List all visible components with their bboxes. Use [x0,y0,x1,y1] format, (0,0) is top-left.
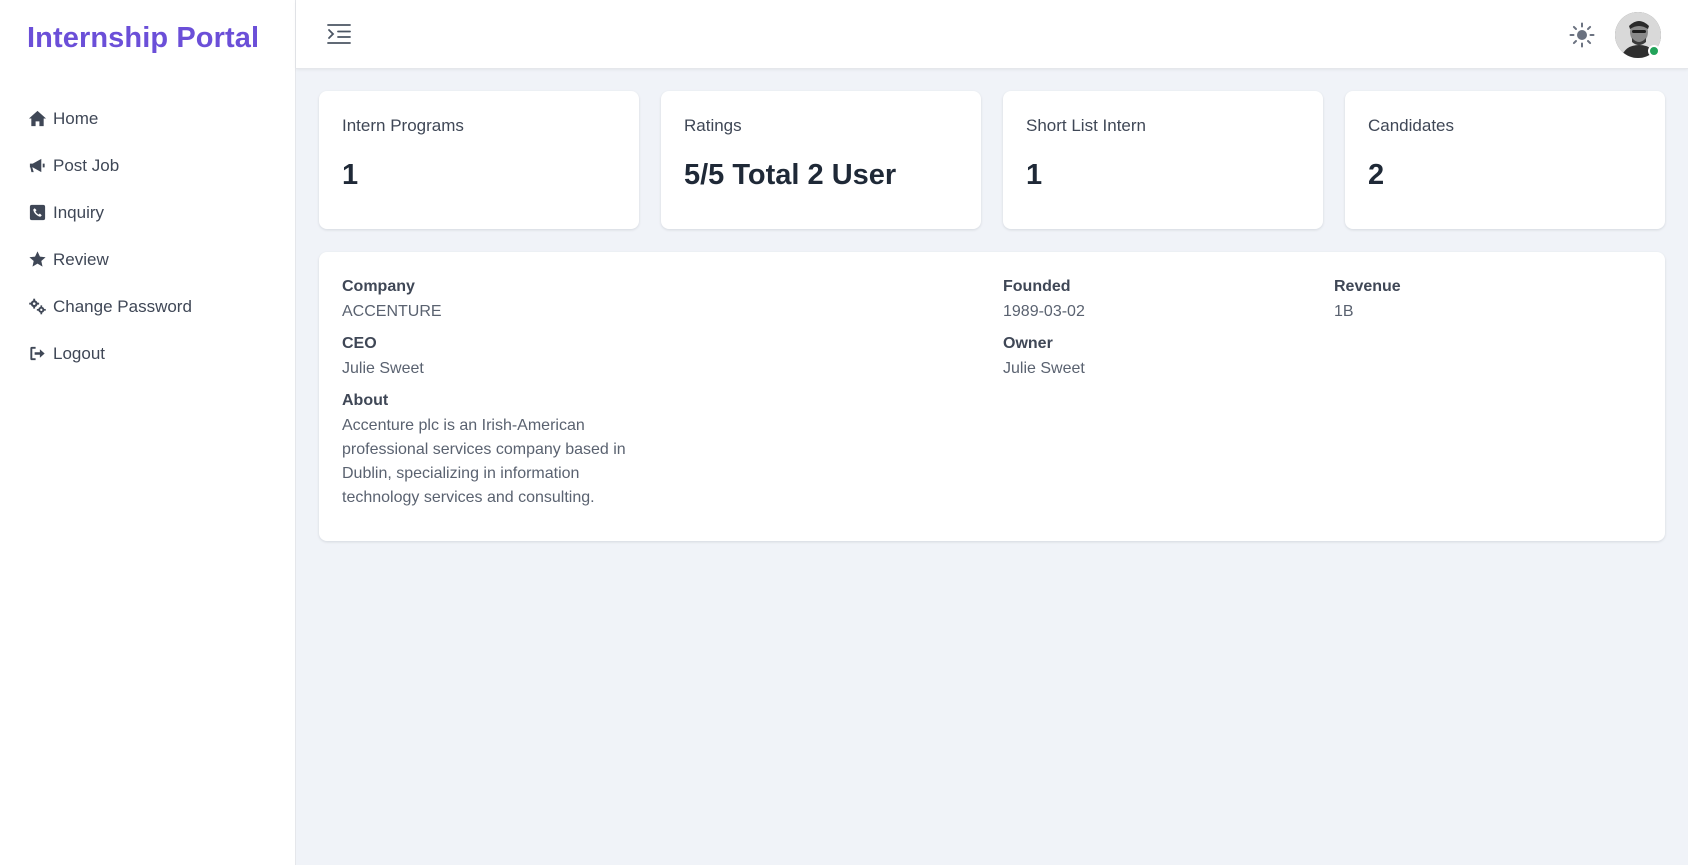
gears-icon [27,297,47,317]
sidebar-item-label: Home [53,108,99,128]
stat-card-intern-programs: Intern Programs 1 [319,91,639,229]
sidebar-item-post-job[interactable]: Post Job [27,142,192,189]
stat-label: Candidates [1368,116,1455,135]
top-bar [296,0,1688,69]
stat-value: 1 [342,159,359,191]
founded-label: Founded [1003,278,1071,295]
founded-value: 1989-03-02 [1003,303,1085,320]
home-icon [27,109,47,129]
logout-icon [27,344,47,364]
sun-icon[interactable] [1568,21,1596,49]
sidebar-item-label: Change Password [53,296,192,316]
owner-label: Owner [1003,335,1053,352]
revenue-label: Revenue [1334,278,1401,295]
stat-value: 1 [1026,159,1043,191]
stat-label: Short List Intern [1026,116,1147,135]
sidebar-item-label: Inquiry [53,202,105,222]
sidebar-item-inquiry[interactable]: Inquiry [27,189,192,236]
online-status-indicator [1648,45,1660,57]
phone-square-icon [27,203,47,223]
stat-card-candidates: Candidates 2 [1345,91,1665,229]
revenue-field: Revenue 1B [1334,277,1401,324]
company-value: ACCENTURE [342,303,442,320]
megaphone-icon [27,156,47,176]
ceo-value: Julie Sweet [342,360,424,377]
revenue-value: 1B [1334,303,1354,320]
sidebar-nav: Home Post Job Inquiry Review Change Pass… [27,95,192,377]
stat-card-short-list-intern: Short List Intern 1 [1003,91,1323,229]
about-label: About [342,392,389,409]
star-icon [27,250,47,270]
brand-title[interactable]: Internship Portal [27,22,259,55]
sidebar-item-label: Logout [53,343,105,363]
about-field: About Accenture plc is an Irish-American… [342,391,652,510]
menu-indent-icon[interactable] [326,22,352,46]
owner-field: Owner Julie Sweet [1003,334,1085,381]
company-field: Company ACCENTURE [342,277,442,324]
owner-value: Julie Sweet [1003,360,1085,377]
founded-field: Founded 1989-03-02 [1003,277,1085,324]
stat-label: Intern Programs [342,116,464,135]
company-label: Company [342,278,415,295]
stat-value: 5/5 Total 2 User [684,159,897,191]
sidebar-item-logout[interactable]: Logout [27,330,192,377]
ceo-field: CEO Julie Sweet [342,334,424,381]
sidebar-item-label: Review [53,249,109,269]
sidebar-item-label: Post Job [53,155,120,175]
stat-value: 2 [1368,159,1385,191]
sidebar: Internship Portal Home Post Job Inquiry … [0,0,296,865]
sidebar-item-change-password[interactable]: Change Password [27,283,192,330]
ceo-label: CEO [342,335,377,352]
stat-label: Ratings [684,116,742,135]
sidebar-item-review[interactable]: Review [27,236,192,283]
company-details-card: Company ACCENTURE CEO Julie Sweet About … [319,252,1665,541]
about-value: Accenture plc is an Irish-American profe… [342,417,626,506]
sidebar-item-home[interactable]: Home [27,95,192,142]
stat-card-ratings: Ratings 5/5 Total 2 User [661,91,981,229]
